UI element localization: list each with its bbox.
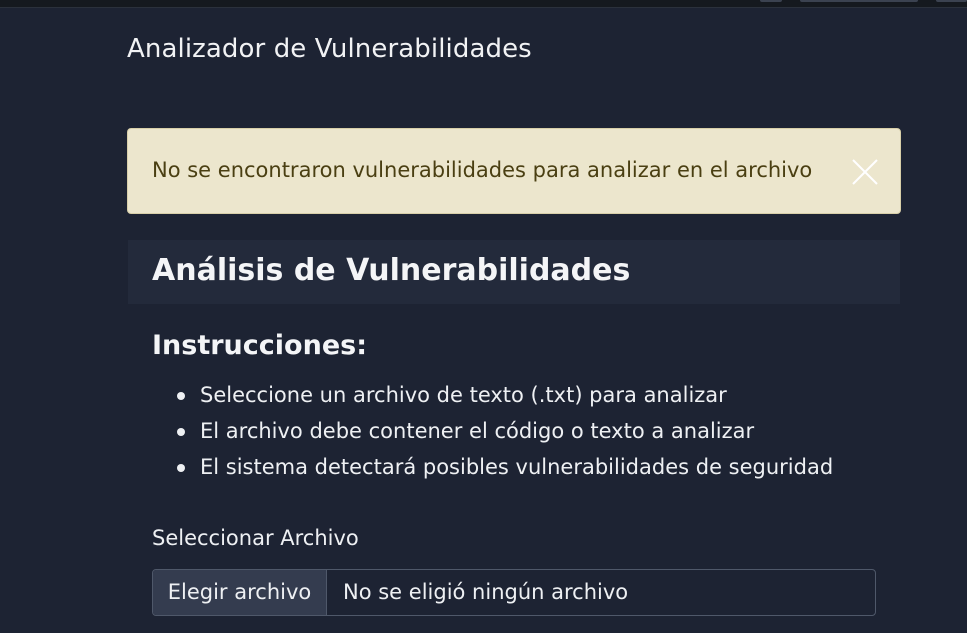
browser-tab-fragment [760, 0, 782, 2]
list-item: El sistema detectará posibles vulnerabil… [152, 453, 833, 489]
card-title: Análisis de Vulnerabilidades [152, 253, 631, 288]
browser-tab-fragment [800, 0, 918, 2]
file-input[interactable]: Elegir archivo No se eligió ningún archi… [152, 569, 876, 616]
instructions-title: Instrucciones: [152, 330, 367, 361]
app-title: Analizador de Vulnerabilidades [127, 34, 532, 64]
close-icon[interactable] [850, 157, 880, 187]
warning-alert: No se encontraron vulnerabilidades para … [127, 128, 901, 214]
file-field-label: Seleccionar Archivo [152, 526, 359, 550]
browser-tab-fragment [936, 0, 967, 2]
browser-top-strip [0, 0, 967, 8]
list-item: Seleccione un archivo de texto (.txt) pa… [152, 381, 833, 417]
choose-file-button[interactable]: Elegir archivo [153, 570, 327, 615]
file-status-text: No se eligió ningún archivo [343, 580, 629, 604]
card-header: Análisis de Vulnerabilidades [128, 240, 900, 304]
instructions-list: Seleccione un archivo de texto (.txt) pa… [152, 381, 833, 489]
list-item: El archivo debe contener el código o tex… [152, 417, 833, 453]
alert-message: No se encontraron vulnerabilidades para … [152, 158, 813, 182]
